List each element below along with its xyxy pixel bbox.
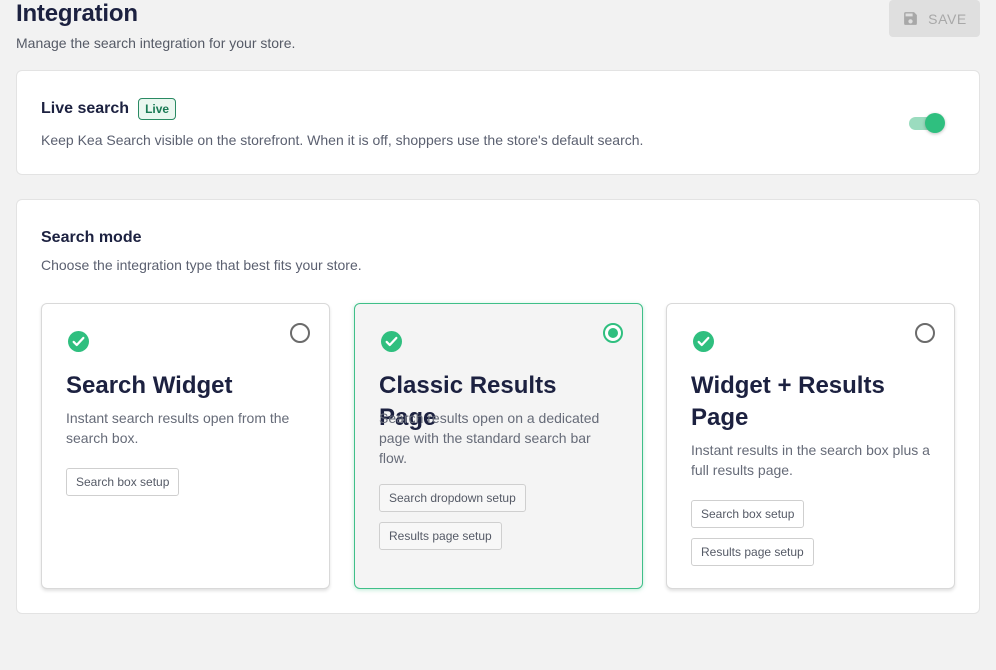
option-description: Instant results in the search box plus a… xyxy=(691,442,930,478)
page-title: Integration xyxy=(16,0,138,27)
page-subtitle: Manage the search integration for your s… xyxy=(16,35,296,51)
integration-page: Integration Manage the search integratio… xyxy=(0,0,996,670)
page-header: Integration Manage the search integratio… xyxy=(16,0,980,60)
search-dropdown-setup-button[interactable]: Search dropdown setup xyxy=(379,484,526,512)
results-page-setup-button[interactable]: Results page setup xyxy=(379,522,502,550)
toggle-thumb xyxy=(925,113,945,133)
radio-classic-results-page[interactable] xyxy=(603,323,623,343)
search-mode-description: Choose the integration type that best fi… xyxy=(41,257,362,273)
search-mode-title: Search mode xyxy=(41,229,142,246)
live-search-heading: Live search Live xyxy=(41,98,177,120)
save-icon xyxy=(904,12,918,25)
live-search-description: Keep Kea Search visible on the storefron… xyxy=(41,132,644,148)
save-button-label: SAVE xyxy=(928,10,967,27)
option-search-widget[interactable]: Search Widget Instant search results ope… xyxy=(41,303,330,589)
search-mode-card: Search mode Choose the integration type … xyxy=(16,199,980,614)
results-page-setup-button[interactable]: Results page setup xyxy=(691,538,814,566)
radio-search-widget[interactable] xyxy=(290,323,310,343)
live-search-title: Live search xyxy=(41,100,130,117)
option-title: Search Widget xyxy=(66,372,233,399)
option-description: Instant search results open from the sea… xyxy=(66,410,290,446)
option-setup-buttons: Search box setup xyxy=(66,468,180,496)
live-search-toggle[interactable] xyxy=(907,112,947,134)
option-title: Widget + Results Page xyxy=(691,372,885,431)
option-setup-buttons: Search box setup Results page setup xyxy=(691,500,814,566)
search-box-setup-button[interactable]: Search box setup xyxy=(691,500,805,528)
check-circle-icon xyxy=(68,331,89,352)
live-search-card: Live search Live Keep Kea Search visible… xyxy=(16,70,980,175)
search-box-setup-button[interactable]: Search box setup xyxy=(66,468,180,496)
radio-widget-results-page[interactable] xyxy=(915,323,935,343)
check-circle-icon xyxy=(693,331,714,352)
option-widget-results-page[interactable]: Widget + Results Page Instant results in… xyxy=(666,303,955,589)
check-circle-icon xyxy=(381,331,402,352)
save-button[interactable]: SAVE xyxy=(889,0,980,37)
option-classic-results-page[interactable]: Classic Results Page Search results open… xyxy=(354,303,643,589)
option-description: Search results open on a dedicated page … xyxy=(379,410,600,466)
status-badge: Live xyxy=(138,98,177,120)
option-setup-buttons: Search dropdown setup Results page setup xyxy=(379,484,526,550)
